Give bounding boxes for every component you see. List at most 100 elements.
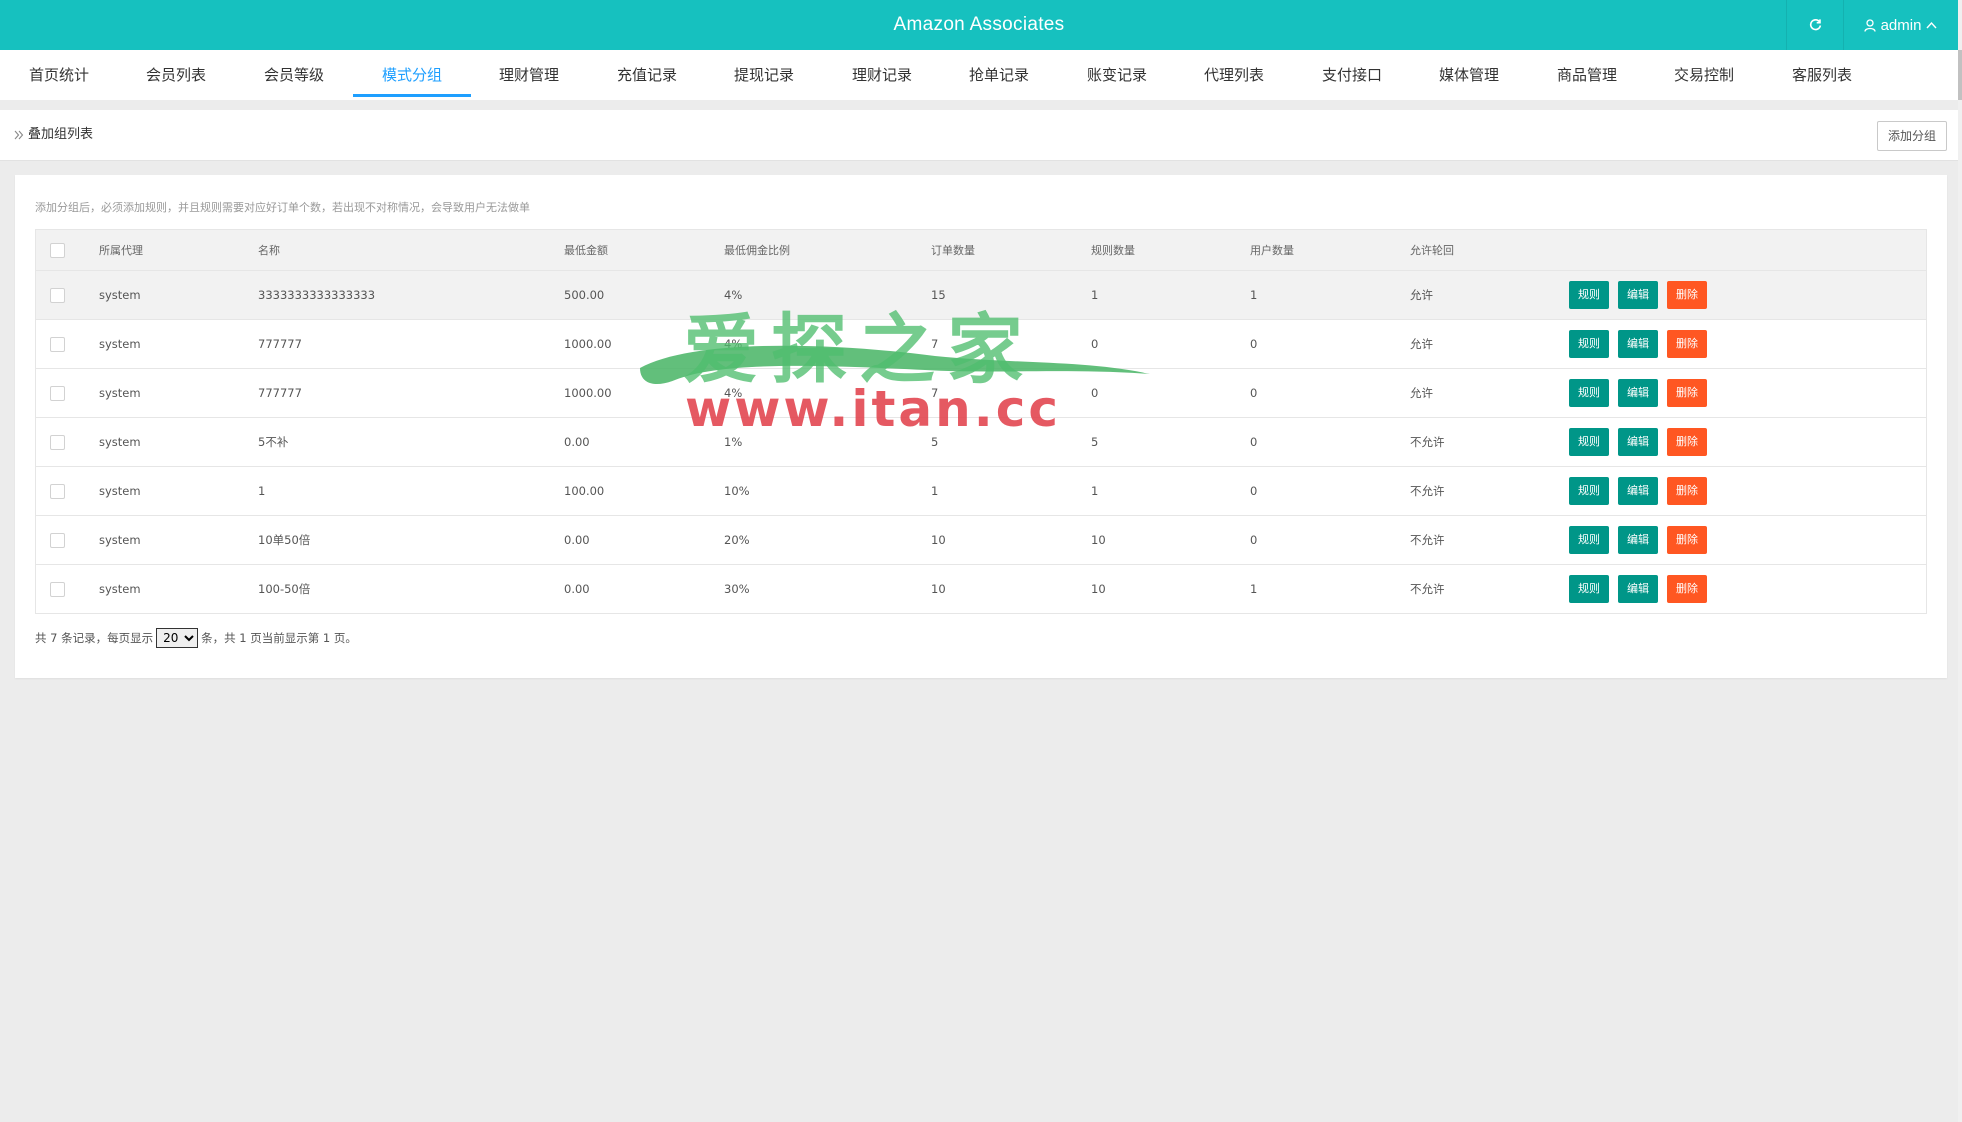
delete-button[interactable]: 删除	[1667, 379, 1707, 407]
cell-orders: 7	[931, 337, 939, 351]
cell-allow-cycle: 允许	[1410, 288, 1433, 302]
tab-recharge-records[interactable]: 充值记录	[588, 50, 706, 96]
tab-wealth-records[interactable]: 理财记录	[823, 50, 941, 96]
tab-mode-groups[interactable]: 模式分组	[353, 50, 471, 97]
edit-button[interactable]: 编辑	[1618, 379, 1658, 407]
tab-support-list[interactable]: 客服列表	[1763, 50, 1881, 96]
cell-agent: system	[99, 533, 141, 547]
row-select-cell	[50, 320, 65, 368]
tab-member-levels[interactable]: 会员等级	[235, 50, 353, 96]
page-scrollbar[interactable]	[1958, 0, 1962, 1122]
row-checkbox[interactable]	[50, 434, 65, 450]
user-name: admin	[1880, 16, 1922, 34]
row-checkbox[interactable]	[50, 385, 65, 401]
delete-button[interactable]: 删除	[1667, 526, 1707, 554]
cell-name: 1	[258, 484, 266, 498]
cell-orders: 1	[931, 484, 939, 498]
delete-button[interactable]: 删除	[1667, 575, 1707, 603]
notice-text: 添加分组后，必须添加规则，并且规则需要对应好订单个数，若出现不对称情况，会导致用…	[35, 201, 530, 214]
row-checkbox[interactable]	[50, 483, 65, 499]
cell-min-amount: 1000.00	[564, 337, 612, 351]
add-group-button[interactable]: 添加分组	[1877, 121, 1947, 151]
tab-withdraw-records[interactable]: 提现记录	[705, 50, 823, 96]
cell-rules: 5	[1091, 435, 1099, 449]
delete-button[interactable]: 删除	[1667, 330, 1707, 358]
row-actions: 规则 编辑 删除	[1569, 418, 1716, 466]
row-select-cell	[50, 467, 65, 515]
edit-button[interactable]: 编辑	[1618, 477, 1658, 505]
tab-product-management[interactable]: 商品管理	[1528, 50, 1646, 96]
table-row: system 3333333333333333 500.00 4% 15 1 1…	[36, 271, 1926, 320]
top-header: Amazon Associates admin	[0, 0, 1958, 50]
rules-button[interactable]: 规则	[1569, 281, 1609, 309]
table-row: system 10单50倍 0.00 20% 10 10 0 不允许 规则 编辑…	[36, 516, 1926, 565]
tab-trade-control[interactable]: 交易控制	[1645, 50, 1763, 96]
tab-payment-api[interactable]: 支付接口	[1293, 50, 1411, 96]
user-menu[interactable]: admin	[1843, 0, 1958, 50]
tab-balance-records[interactable]: 账变记录	[1058, 50, 1176, 96]
cell-orders: 10	[931, 582, 946, 596]
content-card: 添加分组后，必须添加规则，并且规则需要对应好订单个数，若出现不对称情况，会导致用…	[15, 175, 1947, 678]
edit-button[interactable]: 编辑	[1618, 281, 1658, 309]
tab-agent-list[interactable]: 代理列表	[1175, 50, 1293, 96]
cell-allow-cycle: 允许	[1410, 337, 1433, 351]
row-checkbox[interactable]	[50, 581, 65, 597]
refresh-button[interactable]	[1786, 0, 1844, 50]
tab-wealth-management[interactable]: 理财管理	[470, 50, 588, 96]
rules-button[interactable]: 规则	[1569, 379, 1609, 407]
cell-name: 3333333333333333	[258, 288, 376, 302]
table-row: system 100-50倍 0.00 30% 10 10 1 不允许 规则 编…	[36, 565, 1926, 613]
rules-button[interactable]: 规则	[1569, 575, 1609, 603]
pagination: 共 7 条记录，每页显示 20 条，共 1 页当前显示第 1 页。	[35, 628, 357, 648]
row-checkbox[interactable]	[50, 287, 65, 303]
rules-button[interactable]: 规则	[1569, 526, 1609, 554]
cell-rules: 1	[1091, 288, 1099, 302]
cell-name: 5不补	[258, 435, 289, 449]
cell-agent: system	[99, 435, 141, 449]
tab-grab-order-records[interactable]: 抢单记录	[940, 50, 1058, 96]
edit-button[interactable]: 编辑	[1618, 526, 1658, 554]
col-allow-cycle: 允许轮回	[1410, 244, 1454, 257]
cell-agent: system	[99, 386, 141, 400]
col-min-amount: 最低金额	[564, 244, 608, 257]
double-chevron-right-icon	[14, 130, 24, 140]
edit-button[interactable]: 编辑	[1618, 575, 1658, 603]
tab-media-management[interactable]: 媒体管理	[1410, 50, 1528, 96]
table-header: 所属代理 名称 最低金额 最低佣金比例 订单数量 规则数量 用户数量 允许轮回	[36, 230, 1926, 271]
cell-min-rate: 4%	[724, 337, 743, 351]
cell-agent: system	[99, 582, 141, 596]
rules-button[interactable]: 规则	[1569, 477, 1609, 505]
row-select-cell	[50, 516, 65, 564]
row-actions: 规则 编辑 删除	[1569, 369, 1716, 417]
rules-button[interactable]: 规则	[1569, 330, 1609, 358]
edit-button[interactable]: 编辑	[1618, 330, 1658, 358]
cell-min-rate: 1%	[724, 435, 743, 449]
tab-home-stats[interactable]: 首页统计	[0, 50, 118, 96]
row-select-cell	[50, 418, 65, 466]
page-size-select[interactable]: 20	[156, 628, 199, 648]
tab-member-list[interactable]: 会员列表	[117, 50, 235, 96]
cell-min-amount: 500.00	[564, 288, 605, 302]
rules-button[interactable]: 规则	[1569, 428, 1609, 456]
cell-allow-cycle: 不允许	[1410, 582, 1445, 596]
delete-button[interactable]: 删除	[1667, 477, 1707, 505]
cell-allow-cycle: 不允许	[1410, 533, 1445, 547]
cell-min-amount: 1000.00	[564, 386, 612, 400]
edit-button[interactable]: 编辑	[1618, 428, 1658, 456]
delete-button[interactable]: 删除	[1667, 281, 1707, 309]
cell-min-rate: 30%	[724, 582, 750, 596]
col-agent: 所属代理	[99, 244, 143, 257]
select-all-checkbox[interactable]	[50, 242, 65, 258]
scrollbar-thumb[interactable]	[1958, 50, 1962, 100]
row-actions: 规则 编辑 删除	[1569, 320, 1716, 368]
pager-suffix: 条，共 1 页当前显示第 1 页。	[201, 631, 357, 645]
cell-min-rate: 4%	[724, 386, 743, 400]
breadcrumb-label: 叠加组列表	[28, 127, 94, 142]
delete-button[interactable]: 删除	[1667, 428, 1707, 456]
main-nav: 首页统计 会员列表 会员等级 模式分组 理财管理 充值记录 提现记录 理财记录 …	[0, 50, 1958, 100]
row-checkbox[interactable]	[50, 532, 65, 548]
user-icon	[1863, 18, 1876, 32]
cell-allow-cycle: 允许	[1410, 386, 1433, 400]
row-checkbox[interactable]	[50, 336, 65, 352]
table-row: system 5不补 0.00 1% 5 5 0 不允许 规则 编辑 删除	[36, 418, 1926, 467]
